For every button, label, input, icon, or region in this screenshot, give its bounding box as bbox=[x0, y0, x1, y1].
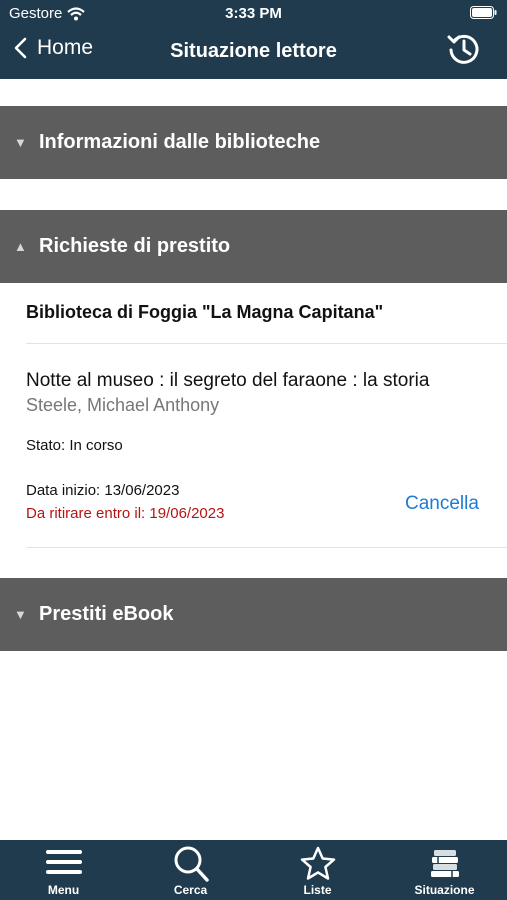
section-ebook-label: Prestiti eBook bbox=[39, 603, 174, 625]
book-stack-icon bbox=[430, 850, 459, 877]
section-informazioni-label: Informazioni dalle biblioteche bbox=[39, 131, 321, 153]
expanded-triangle-icon: ▲ bbox=[14, 239, 27, 254]
hamburger-icon bbox=[45, 850, 82, 874]
divider bbox=[26, 547, 507, 548]
history-icon[interactable] bbox=[446, 31, 482, 67]
pickup-deadline: Da ritirare entro il: 19/06/2023 bbox=[26, 505, 225, 522]
collapsed-triangle-icon: ▼ bbox=[14, 135, 27, 150]
tab-liste[interactable]: Liste bbox=[254, 840, 381, 900]
divider bbox=[26, 343, 507, 344]
request-status: Stato: In corso bbox=[26, 437, 123, 454]
section-richieste[interactable]: ▲ Richieste di prestito bbox=[0, 210, 507, 283]
start-date: Data inizio: 13/06/2023 bbox=[26, 482, 180, 499]
library-name: Biblioteca di Foggia "La Magna Capitana" bbox=[26, 302, 384, 322]
tab-menu-label: Menu bbox=[47, 883, 80, 897]
section-informazioni[interactable]: ▼ Informazioni dalle biblioteche bbox=[0, 106, 507, 179]
section-prestiti-ebook[interactable]: ▼ Prestiti eBook bbox=[0, 578, 507, 651]
status-time: 3:33 PM bbox=[225, 5, 282, 22]
book-author: Steele, Michael Anthony bbox=[26, 395, 220, 415]
book-title: Notte al museo : il segreto del faraone … bbox=[26, 370, 430, 391]
navigation-bar: Gestore 3:33 PM Home Situazione lettore bbox=[0, 0, 507, 79]
cancel-button[interactable]: Cancella bbox=[405, 493, 479, 515]
tab-situazione-label: Situazione bbox=[414, 883, 475, 897]
tab-situazione[interactable]: Situazione bbox=[381, 840, 507, 900]
star-icon bbox=[300, 846, 335, 880]
battery-icon bbox=[470, 6, 497, 19]
page-title: Situazione lettore bbox=[170, 40, 337, 62]
status-bar: Gestore 3:33 PM bbox=[0, 0, 507, 28]
tab-menu[interactable]: Menu bbox=[0, 840, 127, 900]
section-richieste-label: Richieste di prestito bbox=[39, 235, 231, 257]
search-icon bbox=[174, 846, 209, 882]
tab-cerca[interactable]: Cerca bbox=[127, 840, 254, 900]
tab-bar: Menu Cerca Liste Situazione bbox=[0, 840, 507, 900]
tab-cerca-label: Cerca bbox=[173, 883, 208, 897]
tab-liste-label: Liste bbox=[303, 883, 332, 897]
collapsed-triangle-icon: ▼ bbox=[14, 607, 27, 622]
